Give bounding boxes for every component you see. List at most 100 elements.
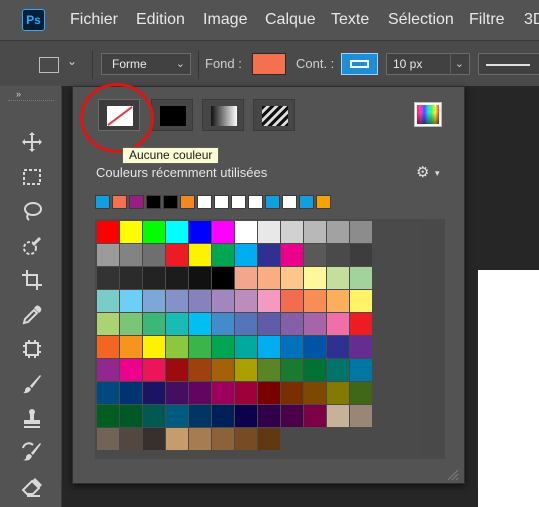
frame-tool[interactable] — [18, 335, 46, 363]
color-swatch[interactable] — [143, 336, 165, 358]
menu-calque[interactable]: Calque — [265, 11, 316, 29]
color-swatch[interactable] — [350, 290, 372, 312]
color-swatch[interactable] — [120, 336, 142, 358]
color-swatch[interactable] — [143, 405, 165, 427]
color-swatch[interactable] — [304, 359, 326, 381]
color-swatch[interactable] — [350, 221, 372, 243]
history-brush-tool[interactable] — [18, 438, 46, 466]
color-swatch[interactable] — [120, 267, 142, 289]
color-swatch[interactable] — [235, 405, 257, 427]
color-swatch[interactable] — [235, 428, 257, 450]
color-swatch[interactable] — [281, 405, 303, 427]
color-swatch[interactable] — [189, 244, 211, 266]
color-swatch[interactable] — [258, 221, 280, 243]
recent-color-swatch[interactable] — [146, 195, 161, 209]
color-swatch[interactable] — [166, 244, 188, 266]
color-swatch[interactable] — [120, 313, 142, 335]
color-picker-button[interactable] — [414, 102, 442, 127]
tool-preset-picker[interactable] — [39, 57, 59, 73]
color-swatch[interactable] — [327, 290, 349, 312]
brush-tool[interactable] — [18, 370, 46, 398]
color-swatch[interactable] — [166, 405, 188, 427]
swatch-scrollbar[interactable] — [422, 221, 442, 457]
color-swatch[interactable] — [304, 405, 326, 427]
color-swatch[interactable] — [350, 336, 372, 358]
color-swatch[interactable] — [143, 313, 165, 335]
color-swatch[interactable] — [166, 428, 188, 450]
color-swatch[interactable] — [97, 405, 119, 427]
color-swatch[interactable] — [212, 336, 234, 358]
color-swatch[interactable] — [235, 313, 257, 335]
recent-color-swatch[interactable] — [180, 195, 195, 209]
recent-color-swatch[interactable] — [95, 195, 110, 209]
eraser-tool[interactable] — [18, 473, 46, 501]
color-swatch[interactable] — [143, 244, 165, 266]
eyedropper-tool[interactable] — [18, 301, 46, 329]
color-swatch[interactable] — [212, 359, 234, 381]
color-swatch[interactable] — [350, 382, 372, 404]
color-swatch[interactable] — [120, 382, 142, 404]
color-swatch[interactable] — [166, 267, 188, 289]
recent-color-swatch[interactable] — [231, 195, 246, 209]
color-swatch[interactable] — [212, 221, 234, 243]
color-swatch[interactable] — [212, 313, 234, 335]
menu-filtre[interactable]: Filtre — [469, 11, 505, 29]
color-swatch[interactable] — [304, 221, 326, 243]
resize-grip-icon[interactable] — [445, 467, 459, 481]
color-swatch[interactable] — [258, 405, 280, 427]
color-swatch[interactable] — [258, 290, 280, 312]
color-swatch[interactable] — [189, 290, 211, 312]
document-canvas[interactable] — [478, 270, 539, 507]
color-swatch[interactable] — [97, 382, 119, 404]
color-swatch[interactable] — [189, 336, 211, 358]
gear-icon[interactable]: ⚙ — [416, 163, 429, 181]
tool-mode-select[interactable]: Forme ⌄ — [101, 53, 191, 75]
color-swatch[interactable] — [189, 221, 211, 243]
chevron-down-icon[interactable]: ▾ — [435, 168, 440, 179]
color-swatch[interactable] — [281, 244, 303, 266]
color-swatch[interactable] — [327, 359, 349, 381]
color-swatch[interactable] — [350, 313, 372, 335]
gradient-button[interactable] — [202, 99, 244, 131]
color-swatch[interactable] — [235, 221, 257, 243]
color-swatch[interactable] — [97, 336, 119, 358]
color-swatch[interactable] — [327, 244, 349, 266]
color-swatch[interactable] — [120, 290, 142, 312]
color-swatch[interactable] — [327, 405, 349, 427]
chevron-down-icon[interactable]: ⌄ — [455, 54, 464, 74]
color-swatch[interactable] — [304, 313, 326, 335]
recent-color-swatch[interactable] — [163, 195, 178, 209]
color-swatch[interactable] — [258, 382, 280, 404]
color-swatch[interactable] — [235, 290, 257, 312]
color-swatch[interactable] — [235, 267, 257, 289]
quick-select-tool[interactable] — [18, 232, 46, 260]
color-swatch[interactable] — [235, 359, 257, 381]
color-swatch[interactable] — [304, 336, 326, 358]
recent-color-swatch[interactable] — [316, 195, 331, 209]
recent-color-swatch[interactable] — [265, 195, 280, 209]
color-swatch[interactable] — [350, 405, 372, 427]
color-swatch[interactable] — [143, 290, 165, 312]
color-swatch[interactable] — [258, 336, 280, 358]
stroke-width-input[interactable]: 10 px ⌄ — [386, 53, 470, 75]
color-swatch[interactable] — [258, 244, 280, 266]
color-swatch[interactable] — [97, 221, 119, 243]
marquee-tool[interactable] — [18, 163, 46, 191]
color-swatch[interactable] — [212, 267, 234, 289]
color-swatch[interactable] — [350, 244, 372, 266]
solid-color-button[interactable] — [151, 99, 193, 131]
color-swatch[interactable] — [281, 221, 303, 243]
color-swatch[interactable] — [166, 336, 188, 358]
color-swatch[interactable] — [166, 359, 188, 381]
color-swatch[interactable] — [97, 244, 119, 266]
color-swatch[interactable] — [327, 267, 349, 289]
color-swatch[interactable] — [212, 428, 234, 450]
color-swatch[interactable] — [258, 313, 280, 335]
collapse-icon[interactable]: » — [16, 89, 21, 99]
stamp-tool[interactable] — [18, 404, 46, 432]
color-swatch[interactable] — [281, 359, 303, 381]
crop-tool[interactable] — [18, 266, 46, 294]
color-swatch[interactable] — [189, 382, 211, 404]
color-swatch[interactable] — [327, 221, 349, 243]
color-swatch[interactable] — [304, 382, 326, 404]
